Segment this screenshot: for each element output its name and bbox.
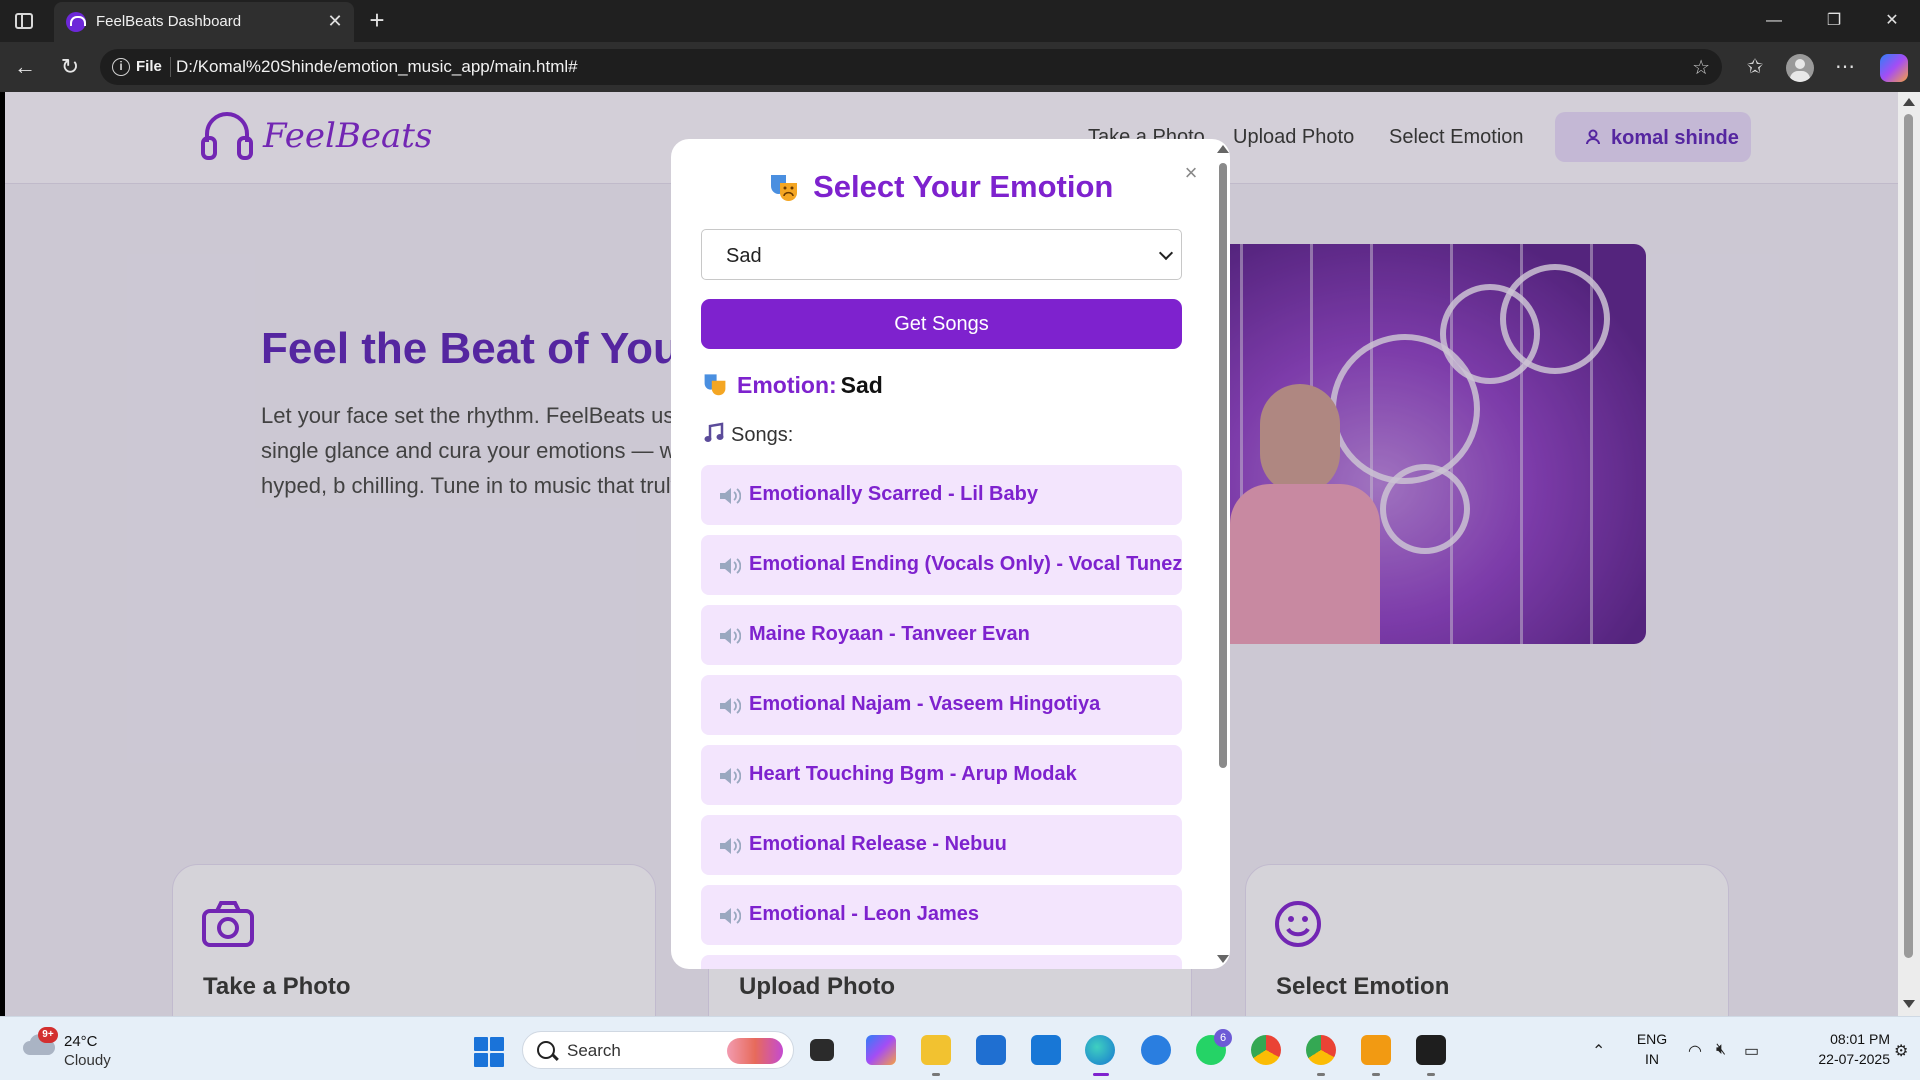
search-icon bbox=[537, 1041, 555, 1059]
wifi-icon[interactable]: ◠ bbox=[1688, 1041, 1702, 1061]
browser-tab[interactable]: FeelBeats Dashboard ✕ bbox=[54, 2, 354, 42]
scroll-down-icon[interactable] bbox=[1217, 955, 1229, 963]
scroll-up-icon[interactable] bbox=[1217, 145, 1229, 153]
songs-label: Songs: bbox=[731, 424, 794, 446]
address-scheme: File bbox=[136, 58, 162, 75]
headphones-favicon-icon bbox=[66, 12, 86, 32]
song-item[interactable]: Emotional Ending (Vocals Only) - Vocal T… bbox=[701, 535, 1182, 595]
song-item-partial[interactable] bbox=[701, 955, 1182, 969]
edge-browser-icon[interactable] bbox=[1085, 1035, 1115, 1076]
clock-time[interactable]: 08:01 PM bbox=[1780, 1031, 1890, 1047]
copilot-app-icon[interactable] bbox=[866, 1035, 896, 1065]
copilot-icon[interactable] bbox=[1880, 54, 1908, 82]
reload-icon[interactable]: ↻ bbox=[55, 52, 85, 82]
minimize-icon[interactable]: — bbox=[1754, 6, 1794, 36]
song-title[interactable]: Heart Touching Bgm - Arup Modak bbox=[749, 763, 1077, 786]
song-item[interactable]: Emotional Najam - Vaseem Hingotiya bbox=[701, 675, 1182, 735]
windows-taskbar: 9+ 24°C Cloudy Search 6 ⌃ ENG IN ◠ 🔇︎ ▭ … bbox=[0, 1016, 1920, 1080]
chevron-down-icon bbox=[1158, 245, 1174, 261]
song-title[interactable]: Emotionally Scarred - Lil Baby bbox=[749, 483, 1038, 506]
speaker-icon bbox=[720, 628, 741, 644]
speaker-icon bbox=[720, 698, 741, 714]
weather-description[interactable]: Cloudy bbox=[64, 1052, 111, 1069]
song-title[interactable]: Maine Royaan - Tanveer Evan bbox=[749, 623, 1030, 646]
address-bar[interactable]: i File D:/Komal%20Shinde/emotion_music_a… bbox=[100, 49, 1722, 85]
notification-bell-icon[interactable]: ⚙ bbox=[1894, 1041, 1908, 1061]
song-title[interactable]: Emotional Ending (Vocals Only) - Vocal T… bbox=[749, 553, 1182, 576]
song-title[interactable]: Emotional Najam - Vaseem Hingotiya bbox=[749, 693, 1100, 716]
clock-date[interactable]: 22-07-2025 bbox=[1780, 1051, 1890, 1067]
sublime-text-icon[interactable] bbox=[1361, 1035, 1391, 1076]
weather-badge: 9+ bbox=[38, 1027, 58, 1043]
speaker-icon bbox=[720, 488, 741, 504]
browser-toolbar: ← ↻ i File D:/Komal%20Shinde/emotion_mus… bbox=[0, 42, 1920, 92]
emotion-value: Sad bbox=[840, 372, 883, 398]
song-item[interactable]: Emotionally Scarred - Lil Baby bbox=[701, 465, 1182, 525]
speaker-icon bbox=[720, 768, 741, 784]
info-icon[interactable]: i bbox=[112, 58, 130, 76]
back-icon[interactable]: ← bbox=[10, 52, 40, 82]
emotion-select[interactable]: Sad bbox=[701, 229, 1182, 280]
modal-header: Select Your Emotion bbox=[671, 169, 1211, 205]
song-title[interactable]: Emotional Release - Nebuu bbox=[749, 833, 1007, 856]
theater-masks-icon bbox=[704, 374, 726, 396]
emotion-select-value: Sad bbox=[726, 245, 762, 267]
chrome-profile-icon[interactable] bbox=[1306, 1035, 1336, 1076]
language-top[interactable]: ENG bbox=[1630, 1031, 1674, 1047]
favorite-star-icon[interactable]: ☆ bbox=[1692, 55, 1710, 80]
search-label: Search bbox=[567, 1041, 621, 1060]
modal-title: Select Your Emotion bbox=[813, 169, 1114, 204]
windows-start-icon[interactable] bbox=[474, 1037, 504, 1067]
address-url[interactable]: D:/Komal%20Shinde/emotion_music_app/main… bbox=[176, 57, 578, 77]
help-app-icon[interactable] bbox=[1141, 1035, 1171, 1065]
chrome-icon[interactable] bbox=[1251, 1035, 1281, 1065]
language-bottom[interactable]: IN bbox=[1630, 1051, 1674, 1067]
sidebar-toggle-icon[interactable] bbox=[10, 8, 38, 34]
theater-masks-icon bbox=[770, 175, 797, 201]
song-title[interactable]: Emotional - Leon James bbox=[749, 903, 979, 926]
speaker-icon bbox=[720, 838, 741, 854]
song-item[interactable]: Emotional - Leon James bbox=[701, 885, 1182, 945]
profile-icon[interactable] bbox=[1786, 54, 1814, 82]
speaker-icon bbox=[720, 558, 741, 574]
weather-temperature[interactable]: 24°C bbox=[64, 1033, 98, 1050]
emotion-label: Emotion: bbox=[737, 372, 837, 398]
song-item[interactable]: Heart Touching Bgm - Arup Modak bbox=[701, 745, 1182, 805]
chevron-up-icon[interactable]: ⌃ bbox=[1592, 1041, 1605, 1061]
volume-muted-icon[interactable]: 🔇︎ bbox=[1716, 1041, 1726, 1059]
tab-close-icon[interactable]: ✕ bbox=[324, 10, 346, 32]
get-songs-button[interactable]: Get Songs bbox=[701, 299, 1182, 349]
music-note-icon bbox=[704, 422, 724, 442]
microsoft-store-icon[interactable] bbox=[976, 1035, 1006, 1065]
terminal-icon[interactable] bbox=[1416, 1035, 1446, 1076]
modal-scroll-thumb[interactable] bbox=[1219, 163, 1227, 768]
taskbar-search[interactable]: Search bbox=[522, 1031, 794, 1069]
new-tab-button[interactable]: + bbox=[362, 6, 392, 36]
song-item[interactable]: Emotional Release - Nebuu bbox=[701, 815, 1182, 875]
emotion-modal: × Select Your Emotion Sad Get Songs Emot… bbox=[671, 139, 1230, 969]
more-icon[interactable]: ⋯ bbox=[1830, 52, 1860, 82]
speaker-icon bbox=[720, 908, 741, 924]
restore-icon[interactable]: ❐ bbox=[1814, 6, 1854, 36]
favorites-icon[interactable]: ✩ bbox=[1740, 52, 1770, 82]
modal-scrollbar[interactable] bbox=[1215, 139, 1231, 969]
window-close-icon[interactable]: ✕ bbox=[1872, 6, 1912, 36]
scroll-down-icon[interactable] bbox=[1903, 1000, 1915, 1008]
file-explorer-icon[interactable] bbox=[921, 1035, 951, 1076]
page-scroll-thumb[interactable] bbox=[1904, 114, 1913, 958]
page-scrollbar[interactable] bbox=[1898, 92, 1920, 1016]
whatsapp-icon[interactable]: 6 bbox=[1196, 1029, 1232, 1065]
mylip-app-icon[interactable] bbox=[1031, 1035, 1061, 1065]
whatsapp-badge: 6 bbox=[1214, 1029, 1232, 1047]
scroll-up-icon[interactable] bbox=[1903, 98, 1915, 106]
song-item[interactable]: Maine Royaan - Tanveer Evan bbox=[701, 605, 1182, 665]
search-highlight-icon bbox=[727, 1038, 783, 1064]
browser-tab-bar: FeelBeats Dashboard ✕ + — ❐ ✕ bbox=[0, 0, 1920, 42]
tab-title: FeelBeats Dashboard bbox=[96, 13, 242, 30]
songs-heading: Songs: bbox=[703, 422, 793, 447]
battery-icon[interactable]: ▭ bbox=[1744, 1041, 1759, 1061]
emotion-result: Emotion: Sad bbox=[703, 372, 883, 399]
task-view-icon[interactable] bbox=[810, 1039, 834, 1061]
address-divider bbox=[170, 57, 171, 77]
